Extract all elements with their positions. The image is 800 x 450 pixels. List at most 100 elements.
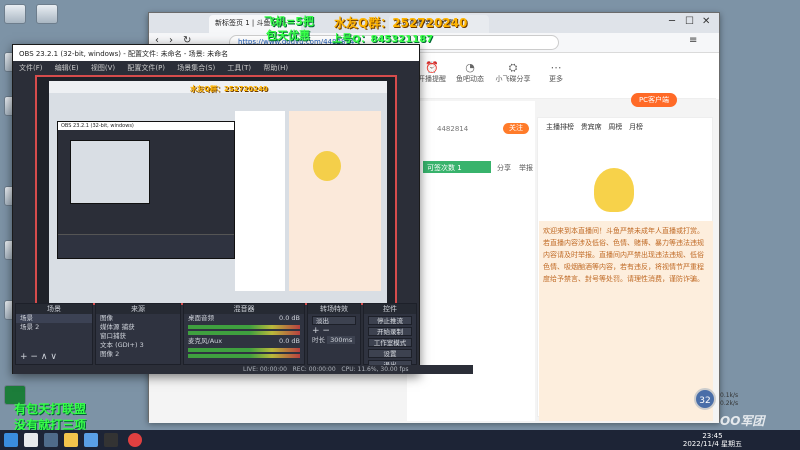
duration-row: 时长 300ms [308,336,360,345]
source-item[interactable]: 文本 (GDI+) 3 [96,341,180,350]
side-tab-strip: 主播排榜 贵宾席 周榜 月榜 [538,118,712,136]
scene-item[interactable]: 场景 2 [16,323,92,332]
menu-item-file[interactable]: 文件(F) [19,64,43,72]
nested-obs-docks [58,234,234,258]
obs-title-bar: OBS 23.2.1 (32-bit, windows) - 配置文件: 未命名… [13,45,419,61]
settings-button[interactable]: 设置 [368,349,412,358]
overlay-account-id: 上号Q：845321187 [332,34,434,45]
desktop-icon[interactable] [36,4,58,24]
taskbar: 23:45 2022/11/4 星期五 [0,430,800,450]
pc-client-button[interactable]: PC客户端 [631,93,677,107]
follow-button[interactable]: 关注 [503,123,529,134]
sources-dock: 来源 图像 媒体源 捕获 窗口捕获 文本 (GDI+) 3 图像 2 [95,303,181,365]
transition-select[interactable]: 淡出 [312,316,356,325]
start-recording-button[interactable]: 开始录制 [368,327,412,336]
controls-dock-title: 控件 [364,304,416,314]
obs-docks: 场景 场景 场景 2 + − ∧ ∨ 来源 图像 媒体源 捕获 窗口捕获 文本 … [13,303,419,369]
scene-toolbar: + − ∧ ∨ [16,353,61,362]
minimize-icon[interactable]: ─ [669,16,675,27]
report-link[interactable]: 举报 [519,163,533,173]
side-tab[interactable]: 贵宾席 [581,123,602,131]
nested-chat [289,111,381,291]
add-icon[interactable]: + [312,327,320,336]
bell-icon: ⏰ [425,61,439,74]
mascot-image [594,168,634,212]
menu-item-view[interactable]: 视图(V) [91,64,115,72]
side-tab[interactable]: 主播排榜 [546,123,574,131]
start-icon[interactable] [4,433,18,447]
audio-meter [188,325,300,329]
nested-mascot-image [313,151,341,181]
source-item[interactable]: 窗口捕获 [96,332,180,341]
side-tab[interactable]: 周榜 [608,123,622,131]
watermark-logo: OO军团 [720,414,765,428]
nested-room-main [235,111,285,291]
share-link[interactable]: 分享 [497,163,511,173]
menu-item-profile[interactable]: 配置文件(P) [127,64,165,72]
source-item[interactable]: 图像 2 [96,350,180,359]
duration-field[interactable]: 300ms [327,336,356,344]
header-item-reminder[interactable]: ⏰ 开播提醒 [417,61,447,84]
header-item-ufo[interactable]: ⛭ 小飞碟分享 [493,61,533,84]
obs-menu-bar: 文件(F) 编辑(E) 视图(V) 配置文件(P) 场景集合(S) 工具(T) … [13,61,419,73]
live-timer: LIVE: 00:00:00 [243,366,287,373]
remove-icon[interactable]: − [322,327,330,336]
chat-intro-text: 欢迎来到本直播间！斗鱼严禁未成年人直播或打赏。若直播内容涉及低俗、色情、赌博、暴… [543,227,704,283]
menu-item-tools[interactable]: 工具(T) [227,64,251,72]
source-item[interactable]: 图像 [96,314,180,323]
taskbar-app-icon[interactable] [84,433,98,447]
controls-dock: 控件 停止推流 开始录制 工作室模式 设置 退出 [363,303,417,369]
nested-obs-title: OBS 23.2.1 (32-bit, windows) [58,122,234,130]
mixer-channel-name: 麦克风/Aux 0.0 dB [188,337,300,345]
menu-item-scene-collection[interactable]: 场景集合(S) [177,64,215,72]
room-subtitle: 可签次数 1 [423,161,491,173]
sources-dock-title: 来源 [96,304,180,314]
overlay-qq-group: 水友Q群：252720240 [334,16,468,30]
transitions-dock-title: 转场特效 [308,304,360,314]
studio-mode-button[interactable]: 工作室模式 [368,338,412,347]
maximize-icon[interactable]: ☐ [685,16,694,27]
overlay-promo-line2: 包天优惠 [266,29,310,42]
taskbar-app-icon[interactable] [24,433,38,447]
remove-icon[interactable]: − [30,353,38,362]
taskbar-app-icon[interactable] [44,433,58,447]
transitions-dock: 转场特效 淡出 + − 时长 300ms [307,303,361,365]
system-clock[interactable]: 23:45 2022/11/4 星期五 [683,432,742,448]
obs-status-bar: LIVE: 00:00:00 REC: 00:00:00 CPU: 11.6%,… [13,365,473,374]
chat-panel: 欢迎来到本直播间！斗鱼严禁未成年人直播或打赏。若直播内容涉及低俗、色情、赌博、暴… [539,221,713,421]
scene-item[interactable]: 场景 [16,314,92,323]
volume-slider[interactable] [188,331,300,335]
add-icon[interactable]: + [20,353,28,362]
mixer-channel-name: 桌面音频 0.0 dB [188,314,300,322]
header-item-more[interactable]: ⋯ 更多 [541,61,571,84]
header-item-yuba[interactable]: ◔ 鱼吧动态 [455,61,485,84]
nested-overlay-qq-group: 水友Q群：252720240 [190,85,268,93]
menu-item-help[interactable]: 帮助(H) [263,64,288,72]
source-item[interactable]: 媒体源 捕获 [96,323,180,332]
menu-icon[interactable]: ≡ [689,35,697,46]
transition-toolbar: + − [308,327,360,336]
audio-meter [188,348,300,352]
level-badge: 32 [694,388,716,410]
side-tab[interactable]: 月榜 [629,123,643,131]
network-speed: 0.1k/s 0.2k/s [720,392,739,407]
taskbar-app-icon[interactable] [128,433,142,447]
menu-item-edit[interactable]: 编辑(E) [55,64,79,72]
fish-icon: ◔ [465,61,475,74]
taskbar-app-icon[interactable] [64,433,78,447]
nested-obs-capture: OBS 23.2.1 (32-bit, windows) [57,121,235,259]
mixer-dock: 混音器 桌面音频 0.0 dB 麦克风/Aux 0.0 dB [183,303,305,365]
desktop-icon[interactable] [4,4,26,24]
ufo-icon: ⛭ [508,61,518,74]
scenes-dock: 场景 场景 场景 2 + − ∧ ∨ [15,303,93,365]
down-icon[interactable]: ∨ [50,353,57,362]
up-icon[interactable]: ∧ [41,353,48,362]
rec-timer: REC: 00:00:00 [292,366,336,373]
close-icon[interactable]: ✕ [702,16,710,27]
volume-slider[interactable] [188,354,300,358]
taskbar-app-icon[interactable] [104,433,118,447]
scenes-dock-title: 场景 [16,304,92,314]
stop-streaming-button[interactable]: 停止推流 [368,316,412,325]
nested-browser-capture: OBS 23.2.1 (32-bit, windows) [49,81,387,303]
obs-preview[interactable]: OBS 23.2.1 (32-bit, windows) [35,75,397,305]
